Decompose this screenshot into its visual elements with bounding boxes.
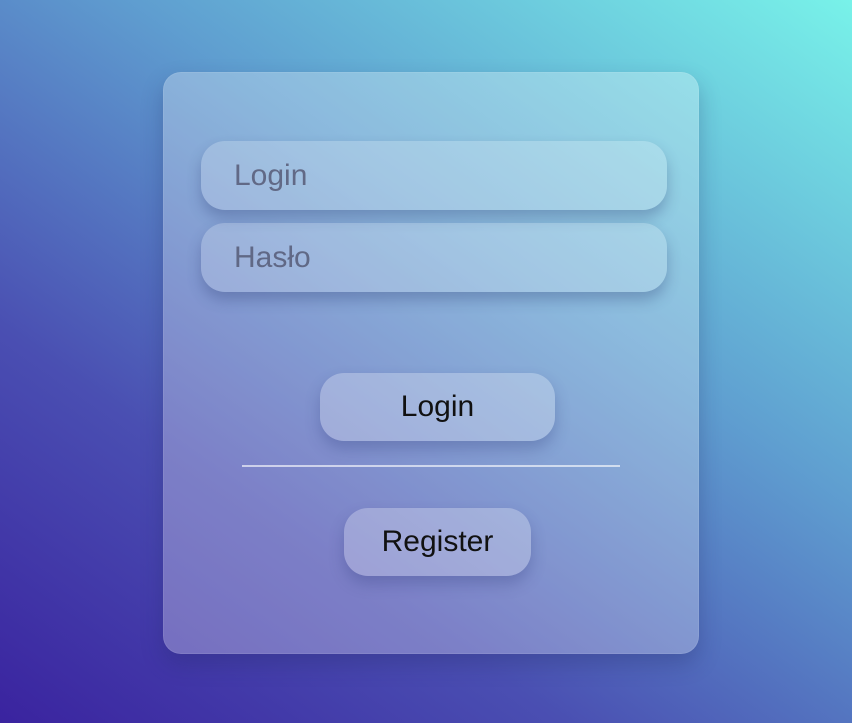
password-input[interactable]: Hasło (201, 223, 667, 292)
login-input[interactable]: Login (201, 141, 667, 210)
password-input-placeholder: Hasło (234, 240, 311, 274)
login-card: Login Hasło Login Register (163, 72, 699, 654)
login-button[interactable]: Login (320, 373, 555, 441)
login-input-placeholder: Login (234, 158, 308, 192)
register-button[interactable]: Register (344, 508, 531, 576)
login-button-label: Login (400, 390, 475, 423)
register-button-label: Register (381, 525, 494, 558)
form-divider (242, 465, 620, 467)
